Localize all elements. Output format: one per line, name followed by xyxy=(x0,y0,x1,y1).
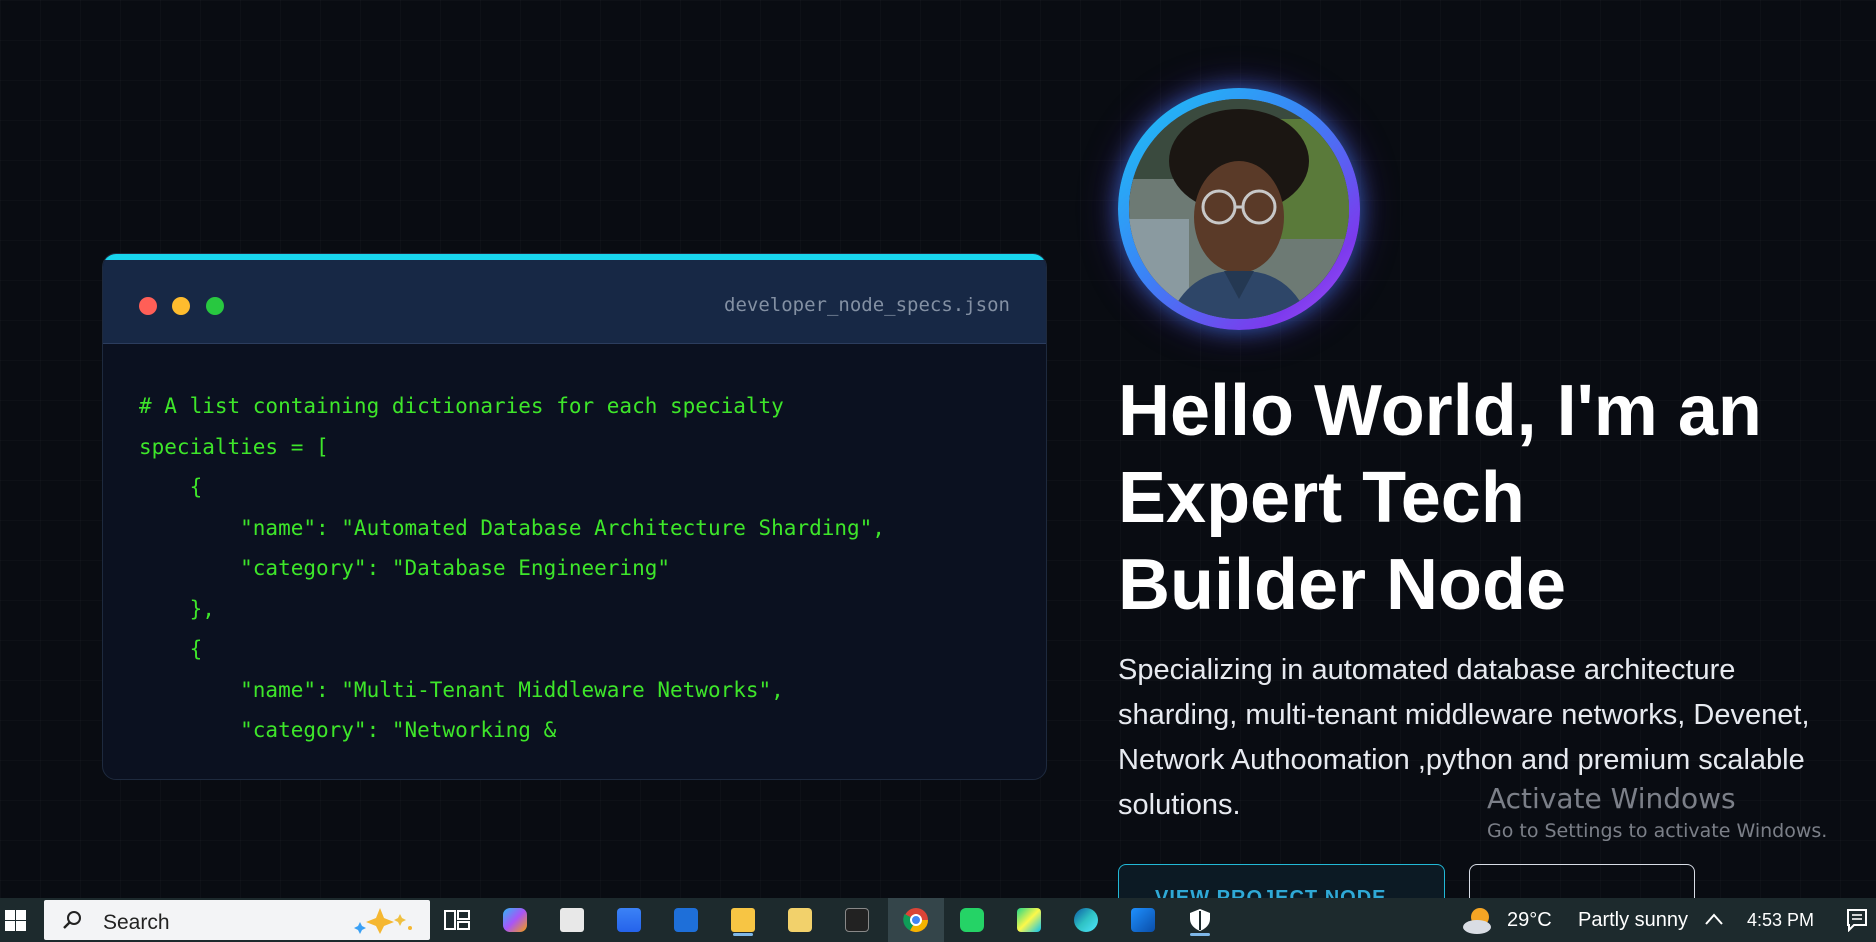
code-line: "name": "Automated Database Architecture… xyxy=(139,515,885,540)
whatsapp-icon[interactable] xyxy=(956,904,988,936)
avatar-photo xyxy=(1129,99,1349,319)
watermark-title: Activate Windows xyxy=(1487,782,1736,815)
chevron-up-icon[interactable] xyxy=(1704,912,1724,926)
hero-title-line: Builder Node xyxy=(1118,545,1567,625)
search-placeholder: Search xyxy=(103,911,170,934)
watermark-subtitle: Go to Settings to activate Windows. xyxy=(1487,820,1828,842)
code-line: { xyxy=(139,637,203,661)
code-line: "category": "Database Engineering" xyxy=(139,556,671,580)
code-line: }, xyxy=(139,596,215,621)
code-line: "category": "Networking & xyxy=(139,718,557,742)
photos-icon[interactable] xyxy=(1127,904,1159,936)
code-line: { xyxy=(139,475,203,499)
hero-title-line: Hello World, I'm an xyxy=(1118,371,1762,451)
outlook-icon[interactable] xyxy=(670,904,702,936)
code-window-titlebar: developer_node_specs.json xyxy=(103,260,1046,344)
file-manager-icon[interactable] xyxy=(556,904,588,936)
notification-icon[interactable] xyxy=(1846,908,1868,932)
copilot-sparkle-icon xyxy=(354,908,412,934)
copilot-icon[interactable] xyxy=(499,904,531,936)
task-view-icon[interactable] xyxy=(441,904,473,936)
code-body: # A list containing dictionaries for eac… xyxy=(139,386,1026,751)
maximize-dot-icon xyxy=(206,297,224,315)
code-line: specialties = [ xyxy=(139,434,329,459)
code-filename: developer_node_specs.json xyxy=(724,294,1010,316)
code-line: "name": "Multi-Tenant Middleware Network… xyxy=(139,677,784,702)
file-explorer-icon[interactable] xyxy=(727,904,759,936)
pycharm-icon[interactable] xyxy=(1013,904,1045,936)
weather-condition[interactable]: Partly sunny xyxy=(1578,909,1688,932)
hero-title: Hello World, I'm an Expert Tech Builder … xyxy=(1118,368,1838,629)
code-line: # A list containing dictionaries for eac… xyxy=(139,394,784,418)
minimize-dot-icon xyxy=(172,297,190,315)
clock-time[interactable]: 4:53 PM xyxy=(1747,910,1814,931)
security-icon[interactable] xyxy=(1184,904,1216,936)
edge-icon[interactable] xyxy=(1070,904,1102,936)
weather-partly-sunny-icon[interactable] xyxy=(1460,906,1496,936)
start-button[interactable] xyxy=(0,898,40,942)
taskbar: Search 29°C Partly sunny 4:53 PM xyxy=(0,898,1876,942)
hero-title-line: Expert Tech xyxy=(1118,458,1525,538)
terminal-icon[interactable] xyxy=(841,904,873,936)
activate-windows-watermark: Activate Windows Go to Settings to activ… xyxy=(1487,782,1827,842)
taskbar-search[interactable]: Search xyxy=(44,900,430,940)
chrome-icon[interactable] xyxy=(900,904,932,936)
close-dot-icon xyxy=(139,297,157,315)
notepad-icon[interactable] xyxy=(784,904,816,936)
code-window: developer_node_specs.json # A list conta… xyxy=(102,253,1047,780)
profile-avatar xyxy=(1118,88,1360,330)
weather-temp[interactable]: 29°C xyxy=(1507,909,1552,932)
microsoft-store-icon[interactable] xyxy=(613,904,645,936)
search-icon xyxy=(63,911,81,929)
